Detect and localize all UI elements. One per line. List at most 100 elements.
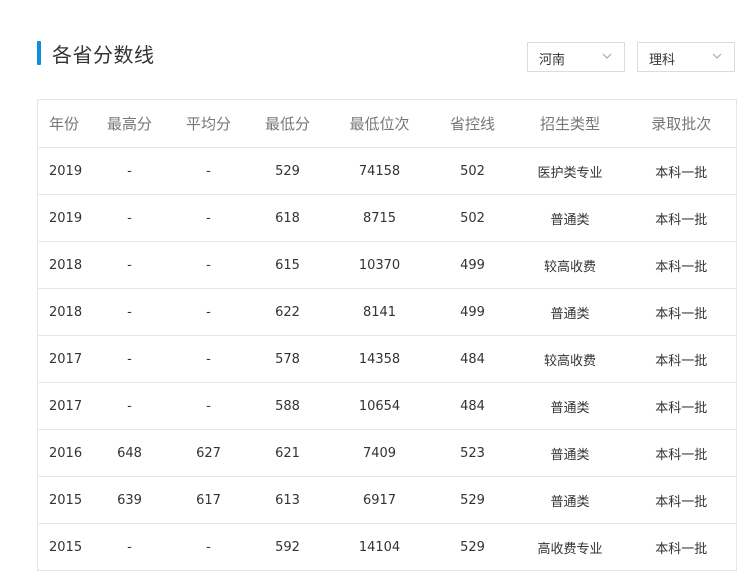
cell-control-line: 529 [431, 476, 514, 524]
cell-enroll-type: 普通类 [513, 288, 627, 336]
cell-min-score: 588 [247, 382, 328, 430]
cell-min-rank: 8141 [327, 288, 432, 336]
table-row: 2017 - - 588 10654 484 普通类 本科一批 [37, 382, 737, 430]
cell-batch: 本科一批 [626, 476, 737, 524]
cell-control-line: 499 [431, 241, 514, 289]
cell-max-score: - [89, 194, 170, 242]
table-header-row: 年份 最高分 平均分 最低分 最低位次 省控线 招生类型 录取批次 [37, 99, 737, 148]
cell-max-score: - [89, 382, 170, 430]
cell-max-score: - [89, 288, 170, 336]
score-table: 年份 最高分 平均分 最低分 最低位次 省控线 招生类型 录取批次 2019 -… [37, 99, 737, 571]
cell-min-score: 578 [247, 335, 328, 383]
table-row: 2016 648 627 621 7409 523 普通类 本科一批 [37, 429, 737, 477]
accent-bar [37, 41, 41, 65]
cell-enroll-type: 较高收费 [513, 335, 627, 383]
section-header: 各省分数线 [37, 40, 155, 67]
subject-select-value: 理科 [649, 53, 676, 68]
cell-year: 2015 [37, 476, 90, 524]
cell-batch: 本科一批 [626, 288, 737, 336]
cell-control-line: 484 [431, 335, 514, 383]
cell-avg-score: - [206, 539, 211, 555]
cell-year: 2018 [37, 288, 90, 336]
column-header-enroll-type: 招生类型 [513, 99, 627, 148]
cell-max-score: 639 [89, 476, 170, 524]
cell-year: 2019 [37, 194, 90, 242]
cell-batch: 本科一批 [626, 429, 737, 477]
cell-batch: 本科一批 [626, 382, 737, 430]
cell-min-rank: 10654 [327, 382, 432, 430]
cell-year: 2018 [37, 241, 90, 289]
cell-min-score: 613 [247, 476, 328, 524]
cell-year: 2019 [37, 147, 90, 195]
cell-max-score: - [89, 335, 170, 383]
cell-enroll-type: 普通类 [513, 429, 627, 477]
cell-avg-score: - [169, 382, 248, 430]
cell-year: 2017 [37, 382, 90, 430]
chevron-down-icon [602, 53, 612, 59]
subject-select[interactable]: 理科 [637, 42, 735, 72]
column-header-control-line: 省控线 [431, 99, 514, 148]
cell-control-line: 529 [460, 539, 485, 555]
cell-enroll-type: 医护类专业 [513, 147, 627, 195]
cell-year: 2015 [49, 539, 83, 555]
cell-enroll-type: 普通类 [513, 194, 627, 242]
section-title: 各省分数线 [52, 42, 155, 67]
province-select[interactable]: 河南 [527, 42, 625, 72]
cell-enroll-type: 较高收费 [513, 241, 627, 289]
column-header-avg-score: 平均分 [169, 99, 248, 148]
cell-batch: 本科一批 [626, 147, 737, 195]
cell-batch: 本科一批 [655, 541, 708, 557]
column-header-min-rank: 最低位次 [327, 99, 432, 148]
column-header-max-score: 最高分 [89, 99, 170, 148]
cell-batch: 本科一批 [626, 335, 737, 383]
cell-min-score: 622 [247, 288, 328, 336]
bottom-divider [37, 570, 736, 571]
cell-min-score: 592 [275, 539, 300, 555]
cell-enroll-type: 普通类 [513, 382, 627, 430]
cell-min-score: 615 [247, 241, 328, 289]
cell-avg-score: - [169, 147, 248, 195]
cell-avg-score: - [169, 288, 248, 336]
cell-avg-score: - [169, 335, 248, 383]
cell-enroll-type: 高收费专业 [537, 541, 603, 557]
cell-min-score: 621 [247, 429, 328, 477]
chevron-down-icon [712, 53, 722, 59]
table-row: 2015 639 617 613 6917 529 普通类 本科一批 [37, 476, 737, 524]
cell-enroll-type: 普通类 [513, 476, 627, 524]
table-row: 2018 - - 615 10370 499 较高收费 本科一批 [37, 241, 737, 289]
cell-max-score: - [89, 147, 170, 195]
cell-min-rank: 6917 [327, 476, 432, 524]
cell-min-rank: 14358 [327, 335, 432, 383]
province-select-value: 河南 [539, 53, 566, 68]
cell-min-rank: 8715 [327, 194, 432, 242]
table-row: 2017 - - 578 14358 484 较高收费 本科一批 [37, 335, 737, 383]
cell-max-score: 648 [89, 429, 170, 477]
cell-control-line: 523 [431, 429, 514, 477]
cell-min-rank: 74158 [327, 147, 432, 195]
cell-control-line: 502 [431, 147, 514, 195]
table-row: 2018 - - 622 8141 499 普通类 本科一批 [37, 288, 737, 336]
cell-avg-score: - [169, 194, 248, 242]
cell-min-rank: 10370 [327, 241, 432, 289]
cell-min-rank: 14104 [358, 539, 401, 555]
column-header-year: 年份 [37, 99, 90, 148]
cell-avg-score: 627 [169, 429, 248, 477]
column-header-batch: 录取批次 [626, 99, 737, 148]
cell-avg-score: - [169, 241, 248, 289]
table-row: 2019 - - 618 8715 502 普通类 本科一批 [37, 194, 737, 242]
cell-year: 2017 [37, 335, 90, 383]
cell-min-score: 618 [247, 194, 328, 242]
cell-batch: 本科一批 [626, 241, 737, 289]
cell-min-score: 529 [247, 147, 328, 195]
cell-max-score: - [89, 241, 170, 289]
cell-year: 2016 [37, 429, 90, 477]
cell-max-score: - [127, 539, 132, 555]
column-header-min-score: 最低分 [247, 99, 328, 148]
cell-batch: 本科一批 [626, 194, 737, 242]
table-row: 2015 - - 592 14104 529 高收费专业 本科一批 [38, 524, 737, 571]
cell-control-line: 502 [431, 194, 514, 242]
cell-control-line: 499 [431, 288, 514, 336]
table-row: 2019 - - 529 74158 502 医护类专业 本科一批 [37, 147, 737, 195]
cell-control-line: 484 [431, 382, 514, 430]
cell-avg-score: 617 [169, 476, 248, 524]
